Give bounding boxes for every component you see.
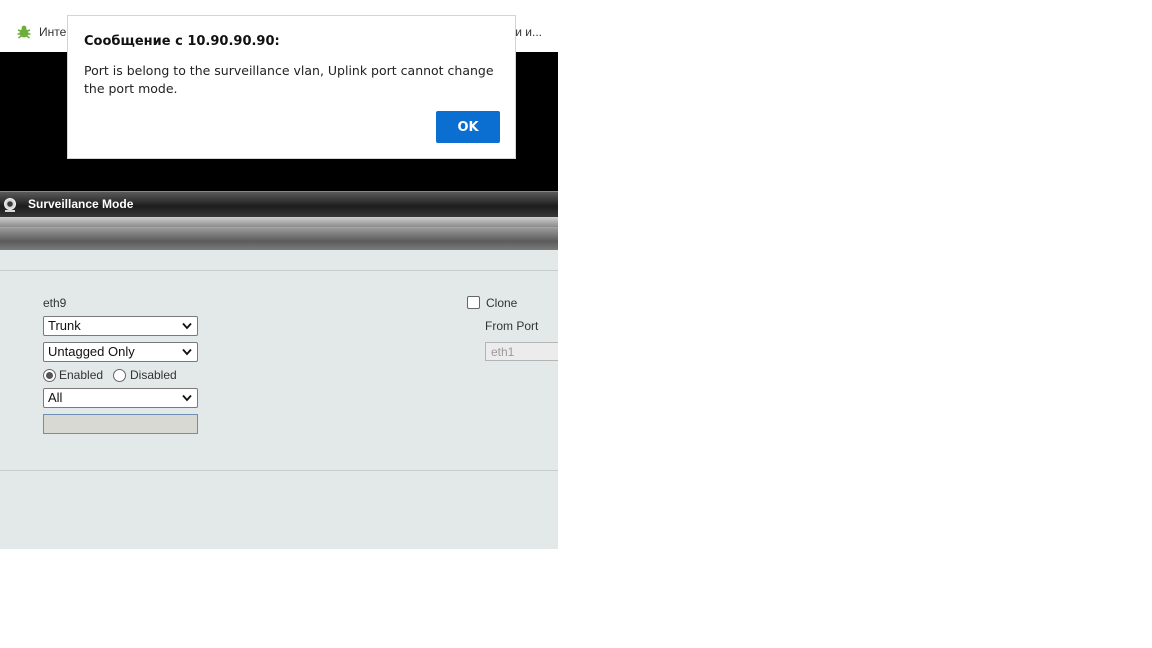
- chevron-down-icon: [182, 394, 192, 402]
- port-label: eth9: [43, 296, 67, 310]
- dialog-message: Port is belong to the surveillance vlan,…: [84, 63, 494, 96]
- radio-disabled-label: Disabled: [130, 368, 177, 382]
- divider-band: [0, 217, 558, 228]
- chevron-down-icon: [182, 322, 192, 330]
- section-titlebar: Surveillance Mode: [0, 191, 558, 218]
- divider: [0, 470, 558, 471]
- bookmark-label[interactable]: Инте: [39, 25, 66, 39]
- from-port-label: From Port: [485, 319, 539, 333]
- clone-label: Clone: [486, 296, 518, 310]
- chevron-down-icon: [182, 348, 192, 356]
- camera-icon: [4, 198, 16, 212]
- clone-checkbox[interactable]: [467, 296, 480, 309]
- dialog-title: Сообщение с 10.90.90.90:: [84, 34, 280, 49]
- page-title: Surveillance Mode: [28, 197, 134, 211]
- tagging-select[interactable]: Untagged Only: [43, 342, 198, 362]
- divider: [0, 270, 558, 271]
- ok-button[interactable]: OK: [436, 111, 500, 143]
- tagging-value: Untagged Only: [48, 344, 135, 359]
- vlan-list-input[interactable]: [43, 414, 198, 434]
- from-port-input[interactable]: eth1: [485, 342, 558, 361]
- toolbar-band: [0, 228, 558, 250]
- vlan-value: All: [48, 390, 63, 405]
- vlan-select[interactable]: All: [43, 388, 198, 408]
- radio-enabled-label: Enabled: [59, 368, 104, 382]
- bug-icon[interactable]: [16, 24, 32, 40]
- settings-panel: eth9 Trunk Untagged Only Enabled Disable…: [0, 250, 558, 549]
- port-mode-value: Trunk: [48, 318, 81, 333]
- port-mode-select[interactable]: Trunk: [43, 316, 198, 336]
- radio-enabled[interactable]: [43, 369, 56, 382]
- radio-disabled[interactable]: [113, 369, 126, 382]
- alert-dialog: Сообщение с 10.90.90.90: Port is belong …: [67, 15, 516, 159]
